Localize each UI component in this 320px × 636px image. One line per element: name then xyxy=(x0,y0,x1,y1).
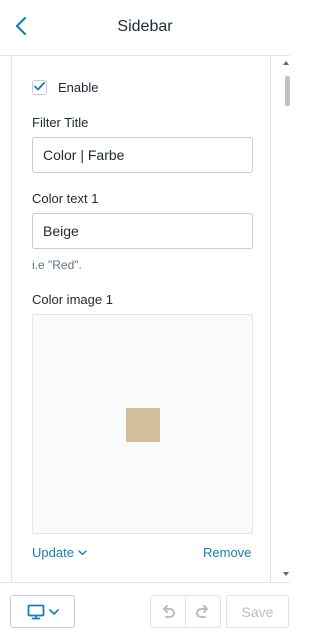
update-image-button[interactable]: Update xyxy=(32,545,87,560)
redo-button[interactable] xyxy=(186,596,220,627)
remove-image-button[interactable]: Remove xyxy=(203,545,251,560)
color-swatch xyxy=(126,408,160,442)
color-text-input[interactable] xyxy=(32,213,253,249)
settings-scroll-area: Enable Filter Title Color text 1 i.e "Re… xyxy=(0,56,290,582)
undo-redo-group xyxy=(150,595,221,628)
theme-editor-sidebar: Sidebar Enable Filter Title Color text 1… xyxy=(0,0,290,636)
scroll-down-arrow-icon[interactable] xyxy=(283,572,289,576)
device-preview-button[interactable] xyxy=(10,595,75,628)
color-image-label: Color image 1 xyxy=(32,292,113,307)
remove-label: Remove xyxy=(203,545,252,560)
sidebar-header: Sidebar xyxy=(0,0,290,56)
undo-button[interactable] xyxy=(151,596,186,627)
enable-checkbox[interactable] xyxy=(32,78,47,96)
settings-panel: Enable Filter Title Color text 1 i.e "Re… xyxy=(11,56,271,582)
desktop-icon xyxy=(27,604,45,620)
enable-label: Enable xyxy=(58,79,99,95)
update-label: Update xyxy=(32,545,74,560)
undo-icon xyxy=(160,604,176,620)
chevron-down-icon xyxy=(78,549,87,556)
filter-title-label: Filter Title xyxy=(32,115,89,130)
scrollbar-thumb[interactable] xyxy=(285,76,290,106)
color-text-help: i.e "Red". xyxy=(32,258,82,272)
chevron-down-icon xyxy=(48,608,59,615)
editor-footer: Save xyxy=(0,582,290,636)
save-button[interactable]: Save xyxy=(226,595,289,628)
filter-title-input[interactable] xyxy=(32,137,253,173)
scrollbar[interactable] xyxy=(281,56,290,582)
color-image-preview[interactable] xyxy=(32,314,253,534)
scroll-up-arrow-icon[interactable] xyxy=(283,61,289,65)
redo-icon xyxy=(195,604,211,620)
page-title: Sidebar xyxy=(117,18,173,35)
color-text-label: Color text 1 xyxy=(32,191,99,206)
checkmark-icon xyxy=(34,78,45,96)
enable-checkbox-row[interactable]: Enable xyxy=(32,79,98,95)
